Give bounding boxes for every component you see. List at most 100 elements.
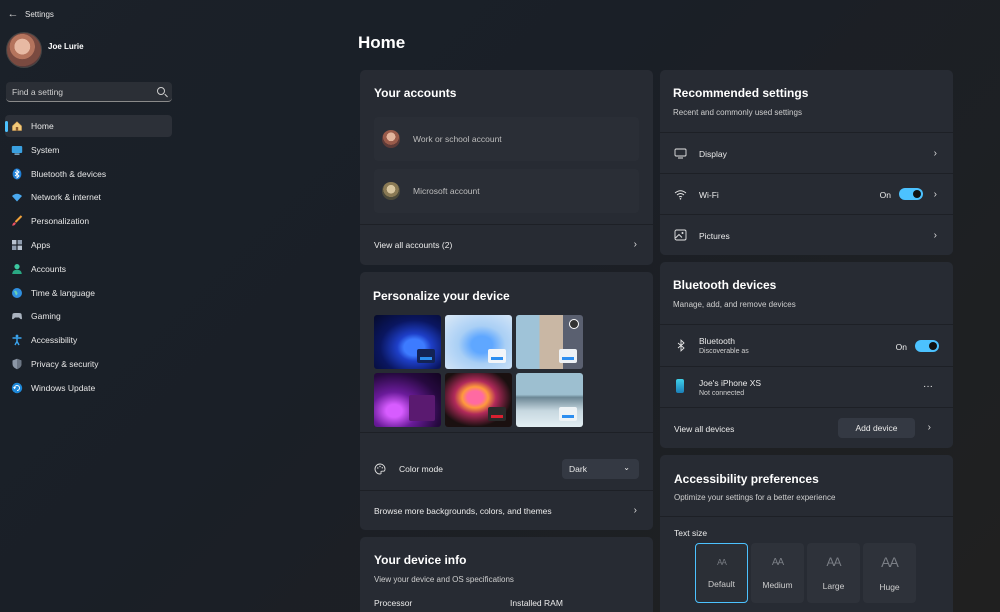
bluetooth-icon — [676, 339, 686, 354]
monitor-icon — [674, 148, 687, 161]
user-profile[interactable]: Joe Lurie — [6, 32, 84, 68]
chevron-down-icon: ⌄ — [623, 463, 630, 472]
wifi-icon — [674, 189, 687, 202]
more-options-icon[interactable]: ··· — [923, 381, 933, 392]
chevron-right-icon: › — [633, 239, 637, 250]
person-icon — [11, 263, 23, 275]
accounts-card: Your accounts View all accounts (2) › — [360, 70, 653, 265]
theme-thumbnail-3[interactable] — [516, 315, 583, 369]
color-mode-label: Color mode — [399, 464, 443, 474]
microsoft-account-item[interactable]: Microsoft account — [374, 169, 639, 213]
sidebar-item-label: Accounts — [31, 263, 66, 274]
sidebar-item-label: Apps — [31, 239, 51, 250]
bluetooth-discoverable: Discoverable as — [699, 348, 749, 355]
shield-icon — [11, 358, 23, 370]
text-size-huge[interactable]: AA Huge — [863, 543, 916, 603]
recommended-card: Recommended settings Recent and commonly… — [660, 70, 953, 255]
device-info-title: Your device info — [374, 553, 467, 567]
sidebar-item-accounts[interactable]: Accounts — [5, 258, 172, 280]
accounts-card-title: Your accounts — [374, 86, 457, 100]
search-icon[interactable] — [157, 87, 165, 95]
sidebar-item-system[interactable]: System — [5, 139, 172, 161]
chevron-right-icon: › — [933, 189, 937, 200]
text-size-glyph: AA — [826, 555, 841, 569]
processor-label: Processor — [374, 598, 413, 608]
device-info-subtitle: View your device and OS specifications — [374, 575, 514, 584]
device-info-card: Your device info View your device and OS… — [360, 537, 653, 612]
camera-icon — [569, 319, 579, 329]
device-name[interactable]: Joe's iPhone XS — [699, 378, 761, 388]
pictures-row[interactable]: Pictures — [660, 226, 953, 246]
sidebar-item-bluetooth[interactable]: Bluetooth & devices — [5, 163, 172, 185]
chevron-right-icon: › — [927, 422, 931, 433]
phone-icon — [676, 379, 684, 393]
display-label: Display — [699, 149, 727, 159]
avatar — [382, 182, 400, 200]
sidebar-item-label: Windows Update — [31, 382, 96, 393]
color-mode-select[interactable]: Dark ⌄ — [562, 459, 639, 479]
back-arrow-icon[interactable]: ← — [3, 4, 23, 24]
picture-icon — [674, 229, 687, 243]
sidebar-item-network[interactable]: Network & internet — [5, 186, 172, 208]
ram-label: Installed RAM — [510, 598, 563, 608]
view-all-devices-link[interactable]: View all devices — [674, 424, 734, 434]
sidebar-item-home[interactable]: Home — [5, 115, 172, 137]
sidebar-item-gaming[interactable]: Gaming — [5, 305, 172, 327]
theme-thumbnail-2[interactable] — [445, 315, 512, 369]
bluetooth-title: Bluetooth devices — [673, 278, 777, 292]
sidebar-item-label: Privacy & security — [31, 358, 99, 369]
sidebar-item-privacy[interactable]: Privacy & security — [5, 353, 172, 375]
work-account-item[interactable]: Work or school account — [374, 117, 639, 161]
wifi-state: On — [879, 190, 891, 200]
wifi-label: Wi-Fi — [699, 190, 719, 200]
sidebar-item-label: Accessibility — [31, 335, 78, 346]
bluetooth-toggle[interactable] — [915, 340, 939, 352]
view-all-accounts-label: View all accounts (2) — [374, 240, 453, 250]
sidebar-item-label: Home — [31, 121, 54, 131]
search-placeholder: Find a setting — [12, 86, 64, 97]
sidebar-item-label: Personalization — [31, 216, 90, 227]
microsoft-account-label: Microsoft account — [413, 186, 480, 196]
system-icon — [11, 144, 23, 156]
text-size-default[interactable]: AA Default — [695, 543, 748, 603]
search-input[interactable]: Find a setting — [6, 82, 172, 102]
bluetooth-state: On — [895, 342, 907, 352]
sidebar-nav: Home System Bluetooth & devices Network … — [5, 115, 172, 401]
theme-thumbnail-4[interactable] — [374, 373, 441, 427]
theme-thumbnail-6[interactable] — [516, 373, 583, 427]
device-status: Not connected — [699, 390, 745, 397]
theme-thumbnail-1[interactable] — [374, 315, 441, 369]
browse-themes-label: Browse more backgrounds, colors, and the… — [374, 506, 552, 516]
accessibility-title: Accessibility preferences — [674, 472, 819, 486]
palette-icon — [374, 463, 386, 475]
add-device-button[interactable]: Add device — [838, 418, 915, 438]
display-row[interactable]: Display — [660, 144, 953, 164]
sidebar-item-label: Network & internet — [31, 192, 101, 203]
sidebar-item-label: Time & language — [31, 287, 95, 298]
sidebar-item-windows-update[interactable]: Windows Update — [5, 377, 172, 399]
sidebar-item-accessibility[interactable]: Accessibility — [5, 329, 172, 351]
theme-thumbnail-5[interactable] — [445, 373, 512, 427]
text-size-large-label: Large — [822, 581, 845, 591]
recommended-subtitle: Recent and commonly used settings — [673, 108, 802, 117]
text-size-glyph: AA — [881, 554, 899, 570]
text-size-label: Text size — [674, 528, 708, 538]
color-mode-value: Dark — [569, 464, 587, 474]
sidebar-item-label: System — [31, 144, 60, 155]
sidebar-item-personalization[interactable]: Personalization — [5, 210, 172, 232]
bluetooth-icon — [11, 168, 23, 180]
globe-icon — [11, 287, 23, 299]
chevron-right-icon: › — [633, 505, 637, 516]
pictures-label: Pictures — [699, 231, 730, 241]
sidebar-item-apps[interactable]: Apps — [5, 234, 172, 256]
browse-themes-row[interactable]: Browse more backgrounds, colors, and the… — [360, 501, 653, 521]
view-all-accounts-row[interactable]: View all accounts (2) — [360, 235, 653, 255]
chevron-right-icon: › — [933, 230, 937, 241]
update-icon — [11, 382, 23, 394]
sidebar-item-label: Gaming — [31, 311, 61, 322]
sidebar-item-time-language[interactable]: Time & language — [5, 282, 172, 304]
bluetooth-subtitle: Manage, add, and remove devices — [673, 300, 796, 309]
wifi-toggle[interactable] — [899, 188, 923, 200]
text-size-large[interactable]: AA Large — [807, 543, 860, 603]
text-size-medium[interactable]: AA Medium — [751, 543, 804, 603]
